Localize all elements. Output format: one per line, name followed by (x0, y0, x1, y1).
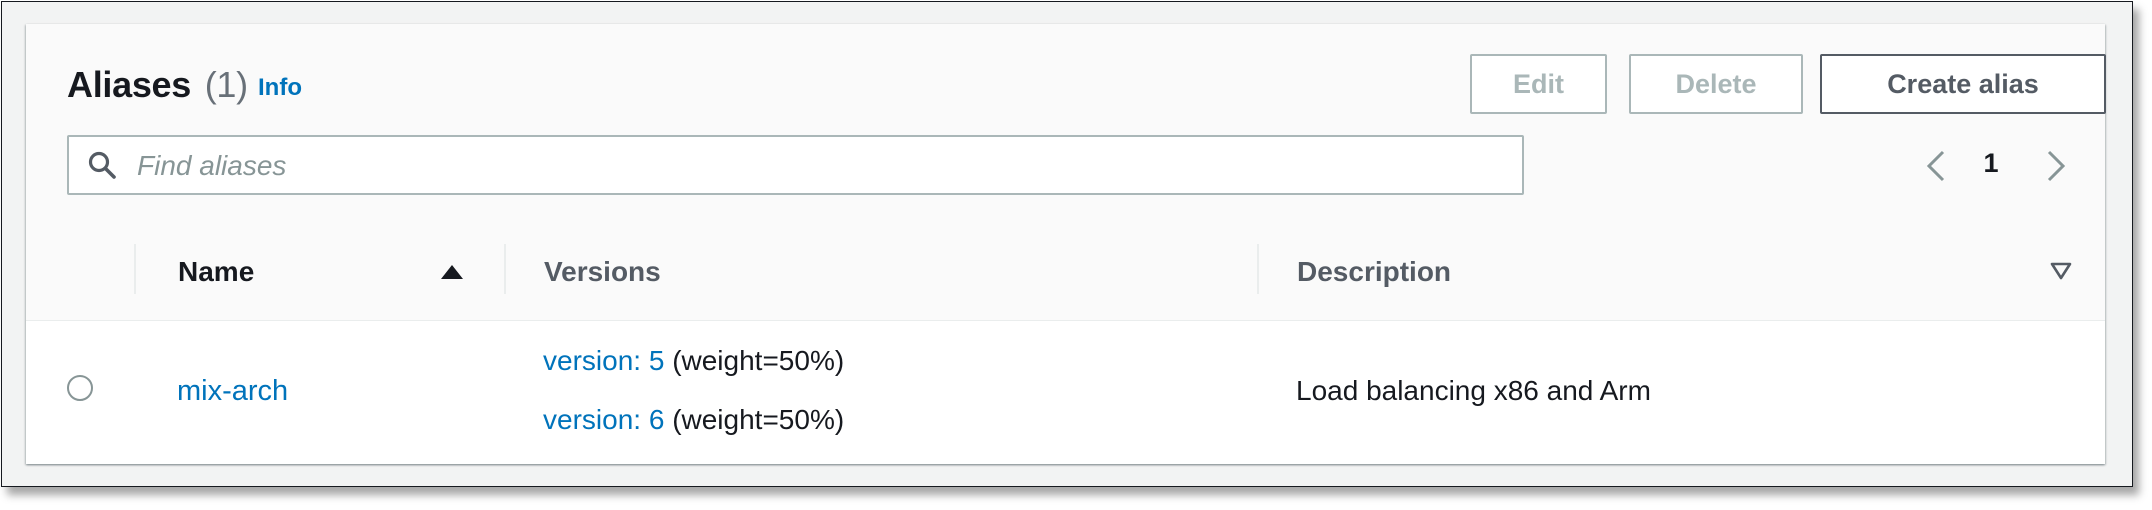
version-weight: (weight=50%) (672, 404, 845, 435)
table-row[interactable]: mix-arch version: 5 (weight=50%) version… (26, 321, 2105, 464)
create-alias-button[interactable]: Create alias (1820, 54, 2106, 114)
version-link[interactable]: version: 6 (543, 404, 664, 435)
version-entry: version: 5 (weight=50%) (543, 345, 844, 377)
search-icon (88, 151, 116, 179)
edit-button[interactable]: Edit (1470, 54, 1607, 114)
current-page-number[interactable]: 1 (1976, 148, 2006, 179)
delete-button[interactable]: Delete (1629, 54, 1803, 114)
aliases-panel: Aliases (1) Info Edit Delete Create alia… (26, 24, 2106, 464)
search-box[interactable] (67, 135, 1524, 195)
column-divider (1257, 244, 1259, 294)
column-header-versions[interactable]: Versions (544, 256, 661, 288)
screenshot-frame: Aliases (1) Info Edit Delete Create alia… (1, 1, 2133, 487)
panel-header: Aliases (1) Info Edit Delete Create alia… (26, 24, 2106, 223)
column-divider (504, 244, 506, 294)
search-input[interactable] (135, 139, 1509, 193)
version-weight: (weight=50%) (672, 345, 845, 376)
column-header-description[interactable]: Description (1297, 256, 1451, 288)
previous-page-icon[interactable] (1921, 146, 1951, 186)
sort-ascending-icon[interactable] (440, 264, 464, 280)
alias-description: Load balancing x86 and Arm (1296, 375, 1651, 406)
next-page-icon[interactable] (2041, 146, 2071, 186)
alias-name-link[interactable]: mix-arch (177, 375, 288, 408)
table-header: Name Versions Description (26, 222, 2105, 321)
column-divider (134, 244, 136, 294)
info-link[interactable]: Info (258, 74, 302, 102)
column-header-name[interactable]: Name (178, 256, 254, 288)
panel-title: Aliases (1) (67, 64, 248, 106)
version-link[interactable]: version: 5 (543, 345, 664, 376)
version-entry: version: 6 (weight=50%) (543, 404, 844, 436)
row-select-radio[interactable] (67, 375, 93, 401)
alias-count: (1) (204, 64, 248, 105)
sort-unsorted-icon[interactable] (2050, 262, 2072, 280)
panel-title-text: Aliases (67, 64, 191, 105)
